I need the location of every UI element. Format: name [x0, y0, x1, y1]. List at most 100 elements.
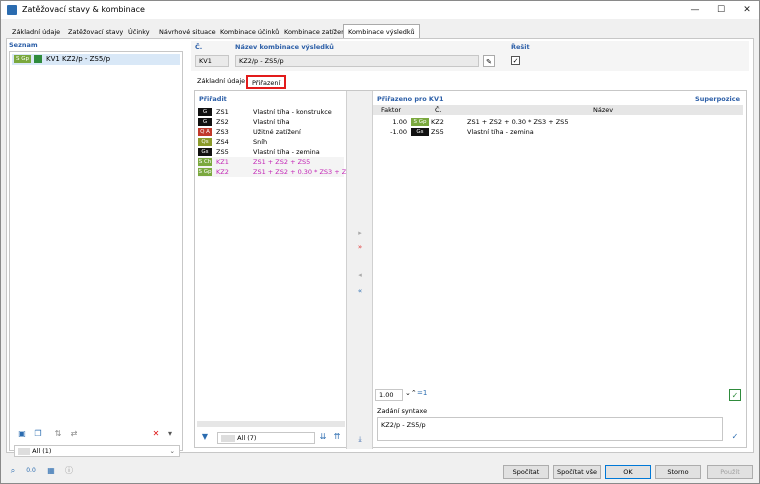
info-icon[interactable]: ⓘ [63, 465, 75, 477]
ok-button[interactable]: OK [605, 465, 651, 479]
col-factor: Faktor [381, 106, 402, 114]
delete-icon[interactable]: ✕ [150, 428, 162, 440]
list-item[interactable]: S Gp KV1 KZ2/p - ZS5/p [12, 54, 180, 65]
assigned-table-header: Faktor Č. Název [373, 105, 743, 115]
maximize-button[interactable]: ☐ [709, 3, 733, 17]
calculate-button[interactable]: Spočítat [503, 465, 549, 479]
horizontal-scrollbar[interactable] [197, 421, 345, 427]
list-toolbar: ▣ ❐ ⇅ ⇄ ✕ ▾ [14, 428, 180, 442]
solve-checkbox[interactable]: ✓ [511, 56, 520, 65]
name-field[interactable]: KZ2/p - ZS5/p [235, 55, 479, 67]
assign-filter-select[interactable]: All (7) [217, 432, 315, 444]
tab-action-combinations[interactable]: Kombinace účinků [215, 24, 284, 38]
list-item[interactable]: G ZS2 Vlastní tíha [198, 117, 344, 127]
tab-result-combinations[interactable]: Kombinace výsledků [343, 24, 420, 39]
units-icon[interactable]: 0.0 [25, 465, 37, 477]
name-label: Název kombinace výsledků [235, 43, 334, 51]
item-code: KV1 [46, 55, 60, 63]
add-selected-icon[interactable]: ▸ [354, 229, 366, 237]
filter-icon[interactable]: ▼ [199, 431, 211, 443]
edit-icon[interactable]: ✎ [483, 55, 495, 67]
apply-factor-icon[interactable]: =1 [417, 389, 427, 397]
available-list: Přiřadit G ZS1 Vlastní tíha - konstrukce G Z… [195, 91, 354, 444]
col-name: Název [593, 106, 614, 114]
item-name: KZ2/p - ZS5/p [62, 55, 111, 63]
cancel-button[interactable]: Storno [655, 465, 701, 479]
no-field[interactable]: KV1 [195, 55, 229, 67]
accept-icon[interactable]: ✓ [729, 389, 741, 401]
assigned-list: Přiřazeno pro KV1 Superpozice Faktor Č. … [373, 91, 748, 449]
list-item[interactable]: S Ch KZ1 ZS1 + ZS2 + ZS5 [198, 157, 344, 167]
remove-all-icon[interactable]: « [354, 287, 366, 295]
list-item[interactable]: Q A ZS3 Užitné zatížení [198, 127, 344, 137]
no-label: Č. [195, 43, 203, 51]
assigned-title: Přiřazeno pro KV1 [377, 95, 444, 103]
list-item[interactable]: Qs ZS4 Sníh [198, 137, 344, 147]
list-filter-select[interactable]: All (1) ⌄ [14, 445, 180, 457]
assign-toolbar: ▼ All (7) ⇊ ⇈ [197, 431, 343, 445]
type-badge: Qs [198, 138, 212, 146]
add-all-icon[interactable]: » [354, 243, 366, 251]
remove-selected-icon[interactable]: ◂ [354, 271, 366, 279]
table-icon[interactable]: ▦ [45, 465, 57, 477]
stepper-arrows-icon[interactable]: ⌄⌃ [405, 389, 417, 397]
copy-icon[interactable]: ❐ [32, 428, 44, 440]
type-badge: G [198, 108, 212, 116]
item-name: Vlastní tíha - konstrukce [253, 108, 332, 116]
table-row[interactable]: -1.00 Gs ZS5 Vlastní tíha - zemina [373, 127, 743, 137]
select-all-icon[interactable]: ⇊ [317, 431, 329, 443]
filter-swatch [221, 434, 235, 442]
list-item[interactable]: S Gp KZ2 ZS1 + ZS2 + 0.30 * ZS3 + ZS5 [198, 167, 354, 177]
factor-cell: 1.00 [392, 118, 407, 126]
item-name: Užitné zatížení [253, 128, 301, 136]
list-item[interactable]: Gs ZS5 Vlastní tíha - zemina [198, 147, 344, 157]
syntax-label: Zadání syntaxe [377, 407, 428, 415]
new-icon[interactable]: ▣ [16, 428, 28, 440]
factor-stepper[interactable]: 1.00 ⌄⌃ =1 [375, 389, 427, 401]
bottom-bar: ⌕ 0.0 ▦ ⓘ Spočítat Spočítat vše OK Storn… [1, 457, 759, 483]
list-panel: Seznam S Gp KV1 KZ2/p - ZS5/p ▣ ❐ ⇅ ⇄ ✕ … [9, 41, 183, 457]
col-no: Č. [435, 106, 442, 114]
table-row[interactable]: 1.00 S Gp KZ2 ZS1 + ZS2 + 0.30 * ZS3 + ZS5 [373, 117, 743, 127]
subtab-assignment[interactable]: Přiřazení [246, 75, 287, 89]
select-none-icon[interactable]: ⇈ [331, 431, 343, 443]
tab-actions[interactable]: Účinky [123, 24, 155, 38]
sort-icon[interactable]: ⇄ [68, 428, 80, 440]
close-button[interactable]: ✕ [735, 3, 759, 17]
search-icon[interactable]: ⌕ [7, 465, 19, 477]
type-badge: S Ch [198, 158, 212, 166]
filter-swatch [18, 447, 30, 455]
list-title: Seznam [9, 41, 38, 49]
tab-design-situations[interactable]: Návrhové situace [154, 24, 221, 38]
type-badge: S Gp [411, 118, 429, 126]
syntax-input[interactable]: KZ2/p - ZS5/p [377, 417, 723, 441]
type-badge: S Gp [14, 55, 31, 63]
subtab-basic[interactable]: Základní údaje [193, 75, 249, 89]
type-badge: S Gp [198, 168, 212, 176]
tab-load-cases[interactable]: Zatěžovací stavy [63, 24, 128, 38]
tab-load-combinations[interactable]: Kombinace zatížení [279, 24, 352, 38]
renumber-icon[interactable]: ⇅ [52, 428, 64, 440]
name-cell: ZS1 + ZS2 + 0.30 * ZS3 + ZS5 [467, 118, 569, 126]
confirm-syntax-icon[interactable]: ✓ [729, 431, 741, 443]
item-id: KZ2 [216, 168, 229, 176]
list-item[interactable]: G ZS1 Vlastní tíha - konstrukce [198, 107, 344, 117]
assign-filter-value: All (7) [237, 434, 257, 442]
item-name: ZS1 + ZS2 + 0.30 * ZS3 + ZS5 [253, 168, 355, 176]
type-badge: Gs [411, 128, 429, 136]
view-menu-icon[interactable]: ▾ [164, 428, 176, 440]
dialog-window: Zatěžovací stavy & kombinace — ☐ ✕ Zákla… [0, 0, 760, 484]
calculate-all-button[interactable]: Spočítat vše [553, 465, 601, 479]
combination-list: S Gp KV1 KZ2/p - ZS5/p ▣ ❐ ⇅ ⇄ ✕ ▾ All (… [9, 51, 183, 457]
minimize-button[interactable]: — [683, 3, 707, 17]
item-name: Vlastní tíha - zemina [253, 148, 320, 156]
item-id: ZS1 [216, 108, 229, 116]
apply-button[interactable]: Použít [707, 465, 753, 479]
assign-title: Přiřadit [199, 95, 227, 103]
tab-basic[interactable]: Základní údaje [7, 24, 65, 38]
type-badge: Gs [198, 148, 212, 156]
app-icon [7, 5, 17, 15]
factor-input[interactable]: 1.00 [375, 389, 403, 401]
superposition-link[interactable]: Superpozice [695, 95, 740, 103]
move-bottom-icon[interactable]: ⤓ [354, 435, 366, 444]
